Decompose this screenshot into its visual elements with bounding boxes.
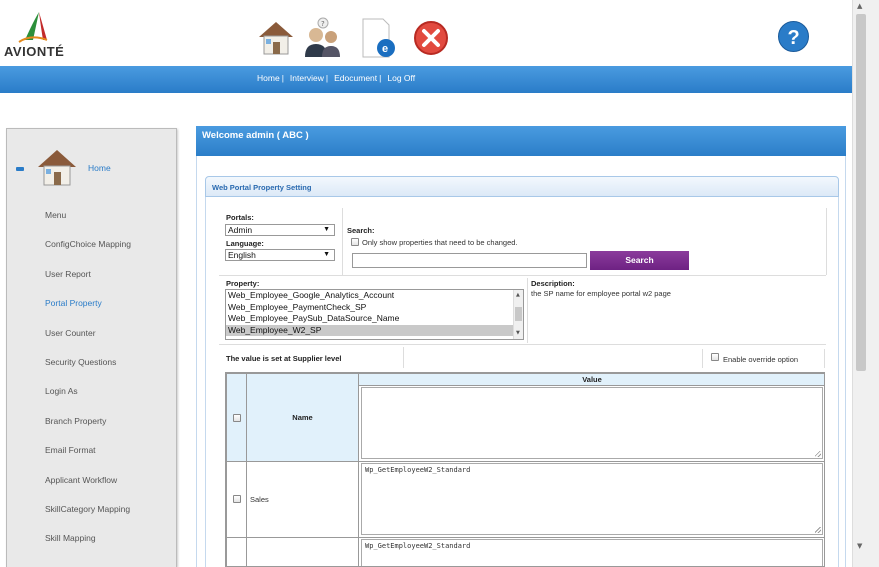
page-scrollbar[interactable]: ▲ ▼ — [852, 0, 879, 567]
resize-grip-icon[interactable] — [815, 451, 821, 457]
portals-select[interactable]: Admin ▼ — [225, 224, 335, 236]
property-option[interactable]: Web_Employee_PaySub_DataSource_Name — [226, 313, 523, 325]
row-value-text: Wp_GetEmployeeW2_Standard — [365, 466, 471, 474]
help-icon[interactable]: ? — [777, 20, 810, 53]
nav-home-link[interactable]: Home — [257, 73, 280, 83]
collapse-icon[interactable] — [16, 167, 24, 171]
sidebar-item-security-questions[interactable]: Security Questions — [7, 354, 176, 383]
log-off-icon[interactable] — [410, 17, 452, 59]
edocument-icon[interactable]: e — [357, 17, 399, 59]
nav-log-off-link[interactable]: Log Off — [387, 73, 415, 83]
sidebar-item-email-format[interactable]: Email Format — [7, 442, 176, 471]
language-label: Language: — [226, 239, 264, 248]
scroll-down-arrow-icon[interactable]: ▼ — [857, 542, 862, 550]
enable-override-label: Enable override option — [723, 355, 799, 364]
header-value-cell — [358, 385, 824, 462]
search-button[interactable]: Search — [590, 251, 689, 270]
sidebar-menu: Menu ConfigChoice Mapping User Report Po… — [7, 207, 176, 560]
scroll-up-arrow-icon[interactable]: ▲ — [516, 292, 520, 298]
row-value-textarea[interactable]: Wp_GetEmployeeW2_Standard — [361, 539, 823, 566]
row-checkbox-cell — [226, 461, 247, 538]
sidebar-home[interactable]: Home — [7, 145, 176, 191]
scroll-up-arrow-icon[interactable]: ▲ — [857, 2, 862, 10]
nav-separator: | — [379, 73, 382, 83]
divider — [219, 344, 826, 345]
search-label: Search: — [347, 226, 375, 235]
property-option-selected[interactable]: Web_Employee_W2_SP — [226, 324, 523, 336]
row-value-text: Wp_GetEmployeeW2_Standard — [365, 542, 471, 550]
logo-text: AVIONTÉ — [4, 44, 65, 59]
divider — [342, 208, 343, 275]
language-value: English — [228, 250, 256, 260]
sidebar: Home Menu ConfigChoice Mapping User Repo… — [6, 128, 177, 567]
row-value-cell: Wp_GetEmployeeW2_Standard — [358, 461, 824, 538]
divider — [403, 347, 404, 368]
only-changed-label: Only show properties that need to be cha… — [362, 238, 518, 247]
level-text: The value is set at Supplier level — [226, 354, 342, 363]
sidebar-item-login-as[interactable]: Login As — [7, 383, 176, 412]
sidebar-item-skillcategory-mapping[interactable]: SkillCategory Mapping — [7, 501, 176, 530]
panel-title: Web Portal Property Setting — [205, 176, 839, 197]
portals-label: Portals: — [226, 213, 254, 222]
home-icon — [38, 150, 76, 186]
sidebar-item-configchoice-mapping[interactable]: ConfigChoice Mapping — [7, 236, 176, 265]
name-column-header: Name — [246, 373, 359, 462]
row-value-textarea[interactable]: Wp_GetEmployeeW2_Standard — [361, 463, 823, 535]
nav-links: Home | Interview | Edocument | Log Off — [257, 73, 415, 83]
row-name-cell — [246, 537, 359, 566]
value-column-header: Value — [358, 373, 824, 386]
row-value-cell: Wp_GetEmployeeW2_Standard — [358, 537, 824, 566]
nav-edocument-link[interactable]: Edocument — [334, 73, 377, 83]
header-value-textarea[interactable] — [361, 387, 823, 459]
divider — [219, 275, 826, 276]
language-select[interactable]: English ▼ — [225, 249, 335, 261]
listbox-scrollbar[interactable]: ▲ ▼ — [513, 290, 523, 339]
app-header: AVIONTÉ ? e ? — [0, 0, 852, 66]
select-all-cell — [226, 373, 247, 462]
svg-text:e: e — [382, 43, 388, 55]
values-table: Name Value Sales Wp_GetEmployeeW2_Standa… — [225, 372, 825, 567]
sidebar-item-user-counter[interactable]: User Counter — [7, 325, 176, 354]
home-icon[interactable] — [255, 17, 297, 59]
property-listbox[interactable]: Web_Employee_Google_Analytics_Account We… — [225, 289, 524, 340]
welcome-banner: Welcome admin ( ABC ) — [196, 126, 846, 156]
resize-grip-icon[interactable] — [815, 527, 821, 533]
divider — [826, 208, 827, 275]
sidebar-item-user-report[interactable]: User Report — [7, 266, 176, 295]
sidebar-item-skill-mapping[interactable]: Skill Mapping — [7, 530, 176, 559]
scrollbar-thumb[interactable] — [856, 14, 866, 371]
dropdown-arrow-icon: ▼ — [323, 226, 330, 233]
sidebar-item-menu[interactable]: Menu — [7, 207, 176, 236]
dropdown-arrow-icon: ▼ — [323, 251, 330, 258]
property-option[interactable]: Web_Employee_Google_Analytics_Account — [226, 290, 523, 302]
description-text: the SP name for employee portal w2 page — [531, 289, 671, 298]
nav-separator: | — [325, 73, 329, 83]
listbox-scroll-thumb[interactable] — [515, 307, 522, 321]
sidebar-item-portal-property[interactable]: Portal Property — [7, 295, 176, 324]
search-input[interactable] — [352, 253, 587, 268]
description-label: Description: — [531, 279, 575, 288]
property-option[interactable]: Web_Employee_PaymentCheck_SP — [226, 302, 523, 314]
svg-text:?: ? — [321, 20, 325, 28]
divider — [527, 278, 528, 343]
interview-icon[interactable]: ? — [302, 17, 344, 59]
row-checkbox[interactable] — [233, 495, 241, 503]
sidebar-home-label[interactable]: Home — [88, 163, 111, 173]
enable-override-checkbox[interactable] — [711, 353, 719, 361]
sidebar-item-branch-property[interactable]: Branch Property — [7, 413, 176, 442]
only-changed-checkbox[interactable] — [351, 238, 359, 246]
nav-separator: | — [281, 73, 284, 83]
scroll-down-arrow-icon[interactable]: ▼ — [516, 330, 520, 336]
portals-value: Admin — [228, 225, 253, 235]
select-all-checkbox[interactable] — [233, 414, 241, 422]
sidebar-item-applicant-workflow[interactable]: Applicant Workflow — [7, 472, 176, 501]
nav-interview-link[interactable]: Interview — [290, 73, 324, 83]
svg-text:?: ? — [788, 27, 800, 49]
row-name-cell: Sales — [246, 461, 359, 538]
property-label: Property: — [226, 279, 260, 288]
nav-bar: Home | Interview | Edocument | Log Off — [0, 66, 852, 93]
row-checkbox-cell — [226, 537, 247, 566]
